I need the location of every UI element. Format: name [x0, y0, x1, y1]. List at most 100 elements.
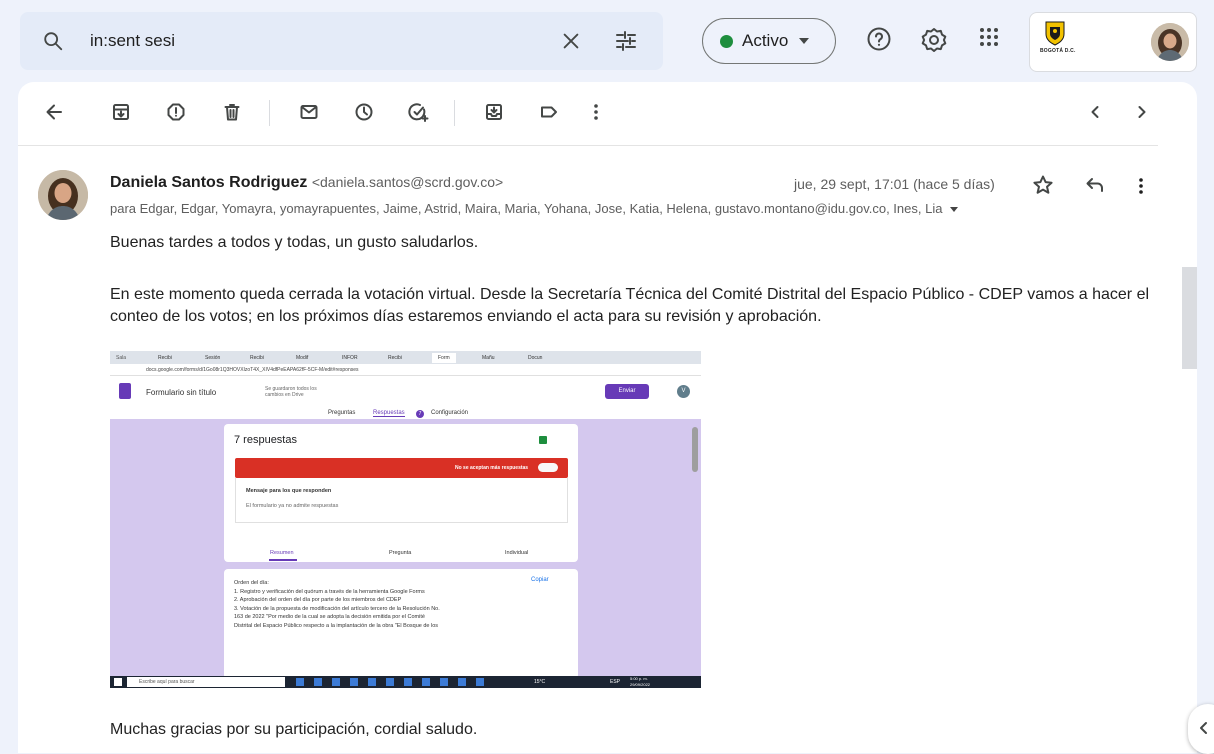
status-dot	[720, 34, 733, 48]
responses-count-badge: 7	[416, 410, 424, 418]
windows-start-icon	[114, 678, 122, 686]
more-options-icon[interactable]	[592, 102, 600, 122]
taskbar-language: ESP	[610, 679, 621, 685]
search-input[interactable]: in:sent sesi	[90, 31, 175, 51]
browser-tab: Recibi	[388, 355, 402, 361]
message-date: jue, 29 sept, 17:01 (hace 5 días)	[794, 176, 995, 192]
browser-tab-strip: Sala Recibi Sesión Recibi Modif INFOR Re…	[110, 351, 701, 364]
form-title: Formulario sin título	[146, 388, 217, 397]
message-value: El formulario ya no admite respuestas	[246, 503, 339, 509]
saved-note: Se guardaron todos los cambios en Drive	[265, 386, 317, 398]
browser-tab: Docun	[528, 355, 543, 361]
address-url: docs.google.com/forms/d/1Go08r1Q3HOVXIzo…	[146, 367, 359, 373]
browser-tab: INFOR	[342, 355, 358, 361]
brand-caption: BOGOTÁ D.C.	[1040, 48, 1076, 54]
chevron-down-icon	[799, 38, 810, 44]
search-options-icon[interactable]	[614, 30, 638, 52]
sheets-link-icon	[539, 436, 547, 444]
add-to-tasks-icon[interactable]	[408, 102, 430, 122]
back-arrow-icon[interactable]	[44, 102, 64, 122]
label-icon[interactable]	[539, 102, 559, 122]
taskbar-app-icons	[296, 678, 486, 686]
forms-tab: Preguntas	[328, 410, 356, 416]
browser-tab: Sala	[116, 355, 127, 361]
question-tab: Pregunta	[389, 550, 412, 556]
browser-tab: Mañu	[482, 355, 495, 361]
help-icon[interactable]	[866, 26, 892, 52]
message-box: Mensaje para los que responden El formul…	[235, 478, 568, 523]
agenda-line: 2. Aprobación del orden del día por part…	[234, 597, 402, 603]
body-paragraph: En este momento queda cerrada la votació…	[110, 286, 1150, 325]
toolbar-divider	[269, 100, 270, 126]
forms-tab-active: Respuestas	[373, 410, 405, 417]
clear-search-icon[interactable]	[560, 30, 582, 52]
agenda-line: 1. Registro y verificación del quórum a …	[234, 588, 425, 595]
agenda-line: Distrital del Espacio Público respecto a…	[234, 622, 439, 629]
agenda-line: 3. Votación de la propuesta de modificac…	[234, 605, 440, 612]
forms-send-button: Enviar	[605, 384, 649, 399]
show-details-dropdown-icon[interactable]	[950, 207, 959, 213]
browser-tab-active: Form	[432, 353, 456, 363]
newer-chevron-left-icon[interactable]	[1089, 102, 1101, 122]
forms-tab: Configuración	[431, 410, 469, 416]
forms-user-avatar: V	[677, 385, 690, 398]
mark-unread-icon[interactable]	[299, 102, 319, 122]
apps-grid-icon[interactable]	[978, 26, 1000, 48]
search-bar[interactable]: in:sent sesi	[20, 12, 663, 70]
sender-line: Daniela Santos Rodriguez <daniela.santos…	[110, 174, 503, 192]
sender-email: <daniela.santos@scrd.gov.co>	[311, 174, 504, 190]
taskbar-weather: 15°C	[534, 679, 546, 685]
browser-tab: Recibi	[250, 355, 264, 361]
taskbar-date: 29/09/2022	[630, 682, 651, 687]
chevron-left-icon	[1198, 720, 1210, 736]
taskbar-time: 5:00 p. m.	[630, 676, 648, 681]
older-chevron-right-icon[interactable]	[1136, 102, 1148, 122]
archive-icon[interactable]	[111, 102, 131, 122]
body-closing: Muchas gracias por su participación, cor…	[110, 721, 478, 738]
responses-title: 7 respuestas	[234, 434, 297, 446]
body-greeting: Buenas tardes a todos y todas, un gusto …	[110, 234, 479, 251]
google-forms-icon	[119, 383, 131, 399]
delete-trash-icon[interactable]	[222, 102, 242, 122]
agenda-line: Orden del día:	[234, 580, 269, 586]
windows-taskbar: Escribe aquí para buscar 15°C ESP 5:00 p…	[110, 676, 701, 688]
browser-address-bar: docs.google.com/forms/d/1Go08r1Q3HOVXIzo…	[110, 364, 701, 376]
message-more-icon[interactable]	[1137, 176, 1145, 196]
recipients-text: para Edgar, Edgar, Yomayra, yomayrapuent…	[110, 201, 943, 216]
account-brand-area[interactable]: BOGOTÁ D.C.	[1029, 12, 1197, 72]
snooze-clock-icon[interactable]	[354, 102, 374, 122]
account-avatar[interactable]	[1151, 23, 1189, 61]
star-icon[interactable]	[1032, 174, 1054, 196]
reply-arrow-icon[interactable]	[1085, 176, 1105, 194]
not-accepting-banner: No se aceptan más respuestas	[235, 458, 568, 478]
form-background: 7 respuestas No se aceptan más respuesta…	[110, 419, 701, 679]
toolbar-divider-line	[18, 145, 1158, 146]
move-to-icon[interactable]	[484, 102, 504, 122]
individual-tab: Individual	[505, 550, 529, 556]
status-label: Activo	[742, 31, 789, 50]
recipients-line[interactable]: para Edgar, Edgar, Yomayra, yomayrapuent…	[110, 201, 959, 216]
accepting-toggle	[538, 463, 558, 472]
toolbar-divider	[454, 100, 455, 126]
status-selector[interactable]: Activo	[702, 18, 836, 64]
taskbar-search: Escribe aquí para buscar	[127, 677, 285, 687]
browser-tab: Recibi	[158, 355, 172, 361]
report-spam-icon[interactable]	[166, 102, 186, 122]
browser-tab: Modif	[296, 355, 309, 361]
agenda-line: 163 de 2022 "Por medio de la cual se ado…	[234, 614, 425, 620]
summary-tab-underline	[269, 559, 297, 561]
side-panel-toggle[interactable]	[1188, 704, 1214, 754]
agenda-card: Copiar Orden del día: 1. Registro y veri…	[224, 569, 578, 679]
search-icon[interactable]	[42, 30, 64, 52]
inner-scrollbar	[692, 427, 698, 472]
sender-name[interactable]: Daniela Santos Rodriguez	[110, 174, 307, 191]
message-scrollbar[interactable]	[1182, 267, 1197, 369]
settings-gear-icon[interactable]	[920, 26, 948, 54]
bogota-seal-logo	[1044, 20, 1066, 46]
inline-screenshot-image[interactable]: Sala Recibi Sesión Recibi Modif INFOR Re…	[110, 351, 701, 688]
browser-tab: Sesión	[205, 355, 221, 361]
forms-app-bar: Formulario sin título Se guardaron todos…	[110, 376, 701, 408]
agenda-text: Orden del día: 1. Registro y verificació…	[234, 579, 534, 630]
sender-avatar[interactable]	[38, 170, 88, 220]
summary-tab: Resumen	[270, 550, 294, 556]
